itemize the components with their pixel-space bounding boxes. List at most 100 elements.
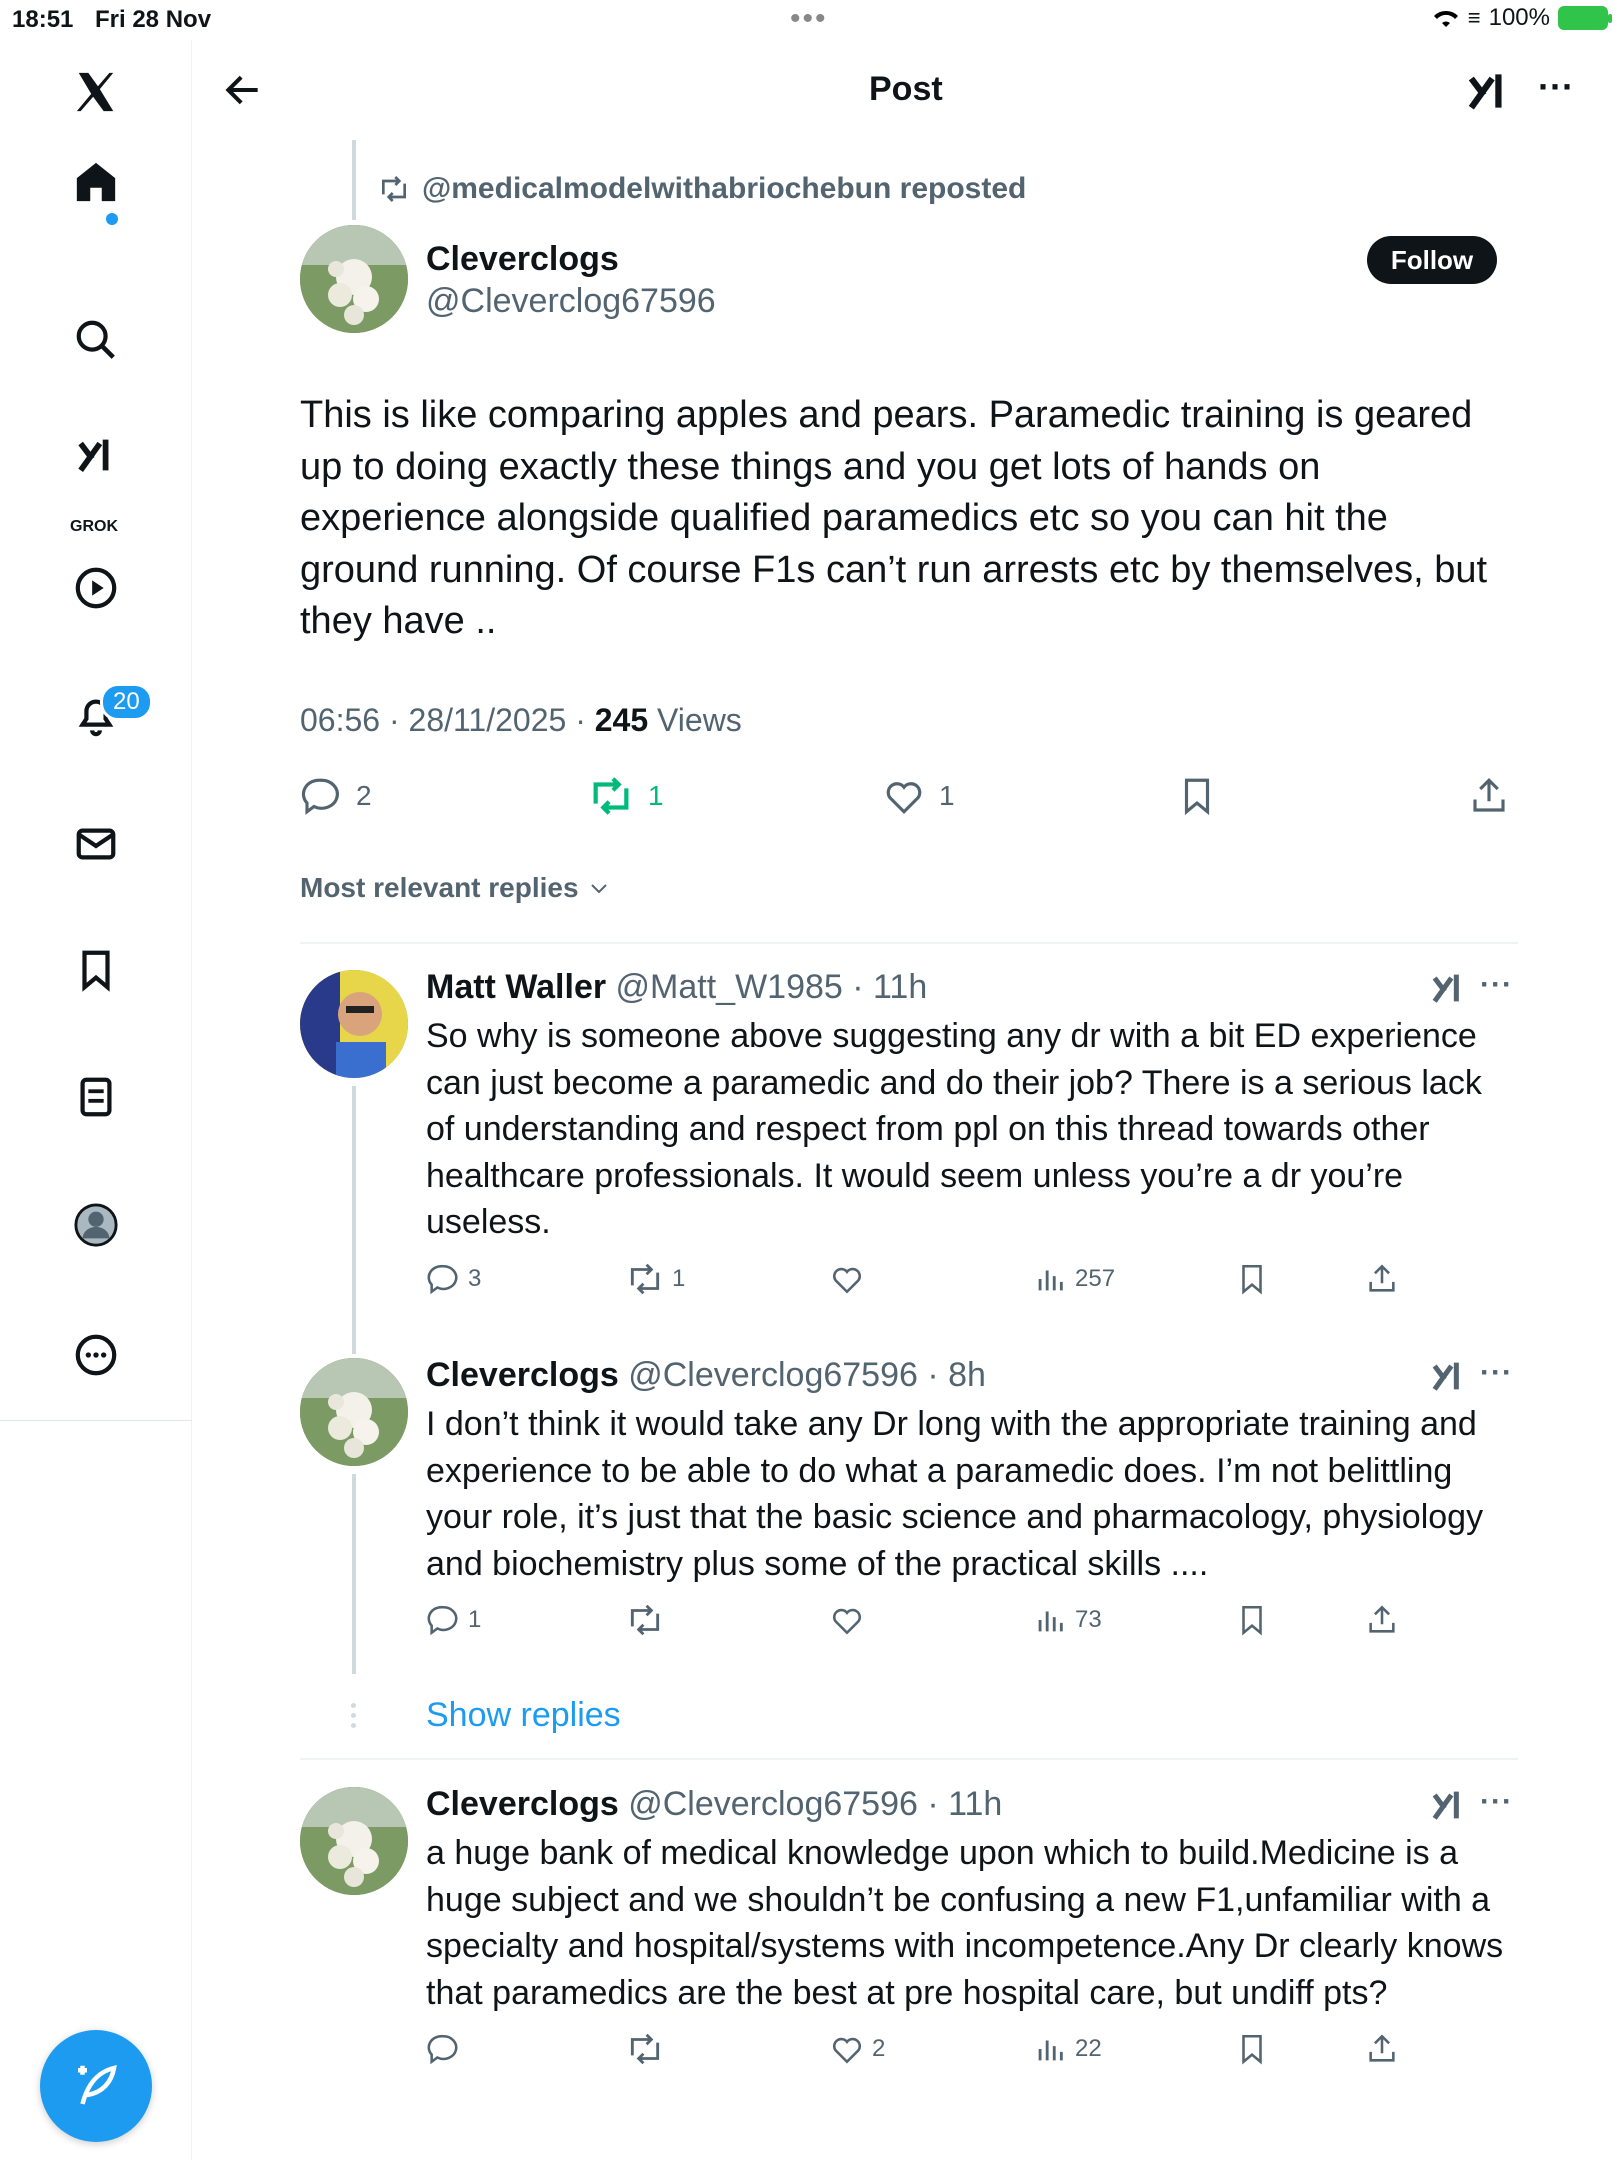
home-unread-dot <box>106 213 118 225</box>
reply-author-line[interactable]: Cleverclogs @Cleverclog67596 · 8h <box>426 1356 986 1395</box>
compose-post-button[interactable] <box>40 2030 152 2142</box>
profile-avatar-icon[interactable] <box>66 1195 126 1255</box>
page-title: Post <box>869 70 943 108</box>
reply-button[interactable]: 1 <box>426 1603 481 1637</box>
list-icon: ≡ <box>1467 5 1481 30</box>
avatar[interactable] <box>300 1358 408 1466</box>
heart-icon <box>832 1267 862 1294</box>
repost-icon <box>630 1263 660 1295</box>
sort-label: Most relevant replies <box>300 872 579 903</box>
thread-connector <box>352 140 356 220</box>
author-name[interactable]: Cleverclogs <box>426 240 619 279</box>
more-options-icon[interactable] <box>66 1325 126 1385</box>
sidebar-divider <box>0 1420 192 1421</box>
repost-text: @medicalmodelwithabriochebun reposted <box>422 172 1027 205</box>
repost-button[interactable]: 1 <box>626 1262 685 1296</box>
reply-author-line[interactable]: Matt Waller @Matt_W1985 · 11h <box>426 968 927 1007</box>
bookmark-button[interactable] <box>1176 775 1218 817</box>
messages-icon[interactable] <box>66 814 126 874</box>
bookmark-button[interactable] <box>1235 1603 1269 1637</box>
repost-button[interactable]: 1 <box>588 775 664 817</box>
compose-feather-icon <box>78 2064 117 2105</box>
reply-handle-time: @Cleverclog67596 · 8h <box>618 1356 986 1394</box>
views-count: 257 <box>1075 1265 1116 1292</box>
sort-replies-dropdown[interactable]: Most relevant replies <box>300 872 611 904</box>
repost-indicator[interactable]: @medicalmodelwithabriochebun reposted <box>378 172 1026 206</box>
repost-button[interactable] <box>626 2032 672 2066</box>
reply-author-line[interactable]: Cleverclogs @Cleverclog67596 · 11h <box>426 1785 1002 1824</box>
heart-icon <box>832 2037 862 2064</box>
share-button[interactable] <box>1365 1262 1399 1296</box>
views-label: Views <box>648 702 742 738</box>
views-button[interactable]: 257 <box>1033 1262 1115 1296</box>
reply-count: 1 <box>468 1606 482 1633</box>
battery-icon <box>1558 6 1612 30</box>
bookmark-icon <box>1184 778 1210 816</box>
reply-more-icon[interactable]: ··· <box>1480 968 1513 1002</box>
repost-button[interactable] <box>626 1603 672 1637</box>
notifications-badge: 20 <box>100 683 153 721</box>
views-button[interactable]: 22 <box>1033 2032 1102 2066</box>
repost-icon <box>630 1604 660 1636</box>
like-button[interactable]: 2 <box>830 2032 885 2066</box>
chevron-down-icon <box>590 884 607 894</box>
reply-author-name: Matt Waller <box>426 968 607 1006</box>
like-button[interactable] <box>830 1262 872 1296</box>
reply-button[interactable] <box>426 2032 468 2066</box>
like-count: 1 <box>939 780 955 811</box>
post-meta: 06:56 · 28/11/2025 · 245 Views <box>300 702 742 739</box>
views-button[interactable]: 73 <box>1033 1603 1102 1637</box>
status-bar: 18:51 Fri 28 Nov ••• ≡ 100% <box>0 0 1620 40</box>
share-button[interactable] <box>1365 1603 1399 1637</box>
author-handle[interactable]: @Cleverclog67596 <box>426 282 716 321</box>
post-timestamp[interactable]: 06:56 · 28/11/2025 · <box>300 702 595 738</box>
repost-icon <box>630 2033 660 2065</box>
share-button[interactable] <box>1365 2032 1399 2066</box>
multitasking-dots-icon[interactable]: ••• <box>790 2 828 36</box>
back-arrow-icon[interactable] <box>221 68 265 117</box>
grok-icon[interactable] <box>1428 1356 1468 1401</box>
show-replies-link[interactable]: Show replies <box>426 1696 621 1735</box>
reply-more-icon[interactable]: ··· <box>1480 1785 1513 1819</box>
grok-header-icon[interactable] <box>1463 66 1513 121</box>
reply-button[interactable]: 3 <box>426 1262 481 1296</box>
heart-icon <box>832 1608 862 1635</box>
video-icon[interactable] <box>66 558 126 618</box>
divider <box>300 942 1518 944</box>
reply-icon <box>301 778 339 815</box>
reply-more-icon[interactable]: ··· <box>1480 1356 1513 1390</box>
reply-button[interactable]: 2 <box>300 775 372 817</box>
views-count: 245 <box>594 702 649 738</box>
bookmark-button[interactable] <box>1235 1262 1269 1296</box>
avatar[interactable] <box>300 225 408 333</box>
search-icon[interactable] <box>66 310 126 370</box>
home-icon[interactable] <box>66 152 126 212</box>
thread-gap-dots <box>349 1703 359 1733</box>
reply-handle-time: @Cleverclog67596 · 11h <box>618 1785 1003 1823</box>
grok-icon[interactable] <box>66 425 126 485</box>
page-header: Post ··· <box>193 40 1620 140</box>
status-time: 18:51 <box>12 6 74 33</box>
lists-icon[interactable] <box>66 1067 126 1127</box>
views-count: 22 <box>1075 2035 1102 2062</box>
avatar[interactable] <box>300 1787 408 1895</box>
grok-icon[interactable] <box>1428 1785 1468 1830</box>
share-button[interactable] <box>1468 775 1510 817</box>
bookmark-button[interactable] <box>1235 2032 1269 2066</box>
thread-connector <box>352 1474 356 1674</box>
header-more-icon[interactable]: ··· <box>1538 66 1574 108</box>
x-logo-icon[interactable] <box>66 62 126 122</box>
bookmark-icon <box>1242 2034 1262 2065</box>
avatar[interactable] <box>300 970 408 1078</box>
post-text: This is like comparing apples and pears.… <box>300 394 1488 642</box>
views-chart-icon <box>1038 1611 1063 1632</box>
grok-icon[interactable] <box>1428 968 1468 1013</box>
thread-connector <box>352 1086 356 1354</box>
bookmarks-icon[interactable] <box>66 940 126 1000</box>
follow-button[interactable]: Follow <box>1367 236 1497 284</box>
repost-icon <box>382 176 406 202</box>
like-button[interactable] <box>830 1603 872 1637</box>
like-button[interactable]: 1 <box>883 775 955 817</box>
reply-text: a huge bank of medical knowledge upon wh… <box>426 1834 1504 2012</box>
share-icon <box>1473 778 1505 812</box>
